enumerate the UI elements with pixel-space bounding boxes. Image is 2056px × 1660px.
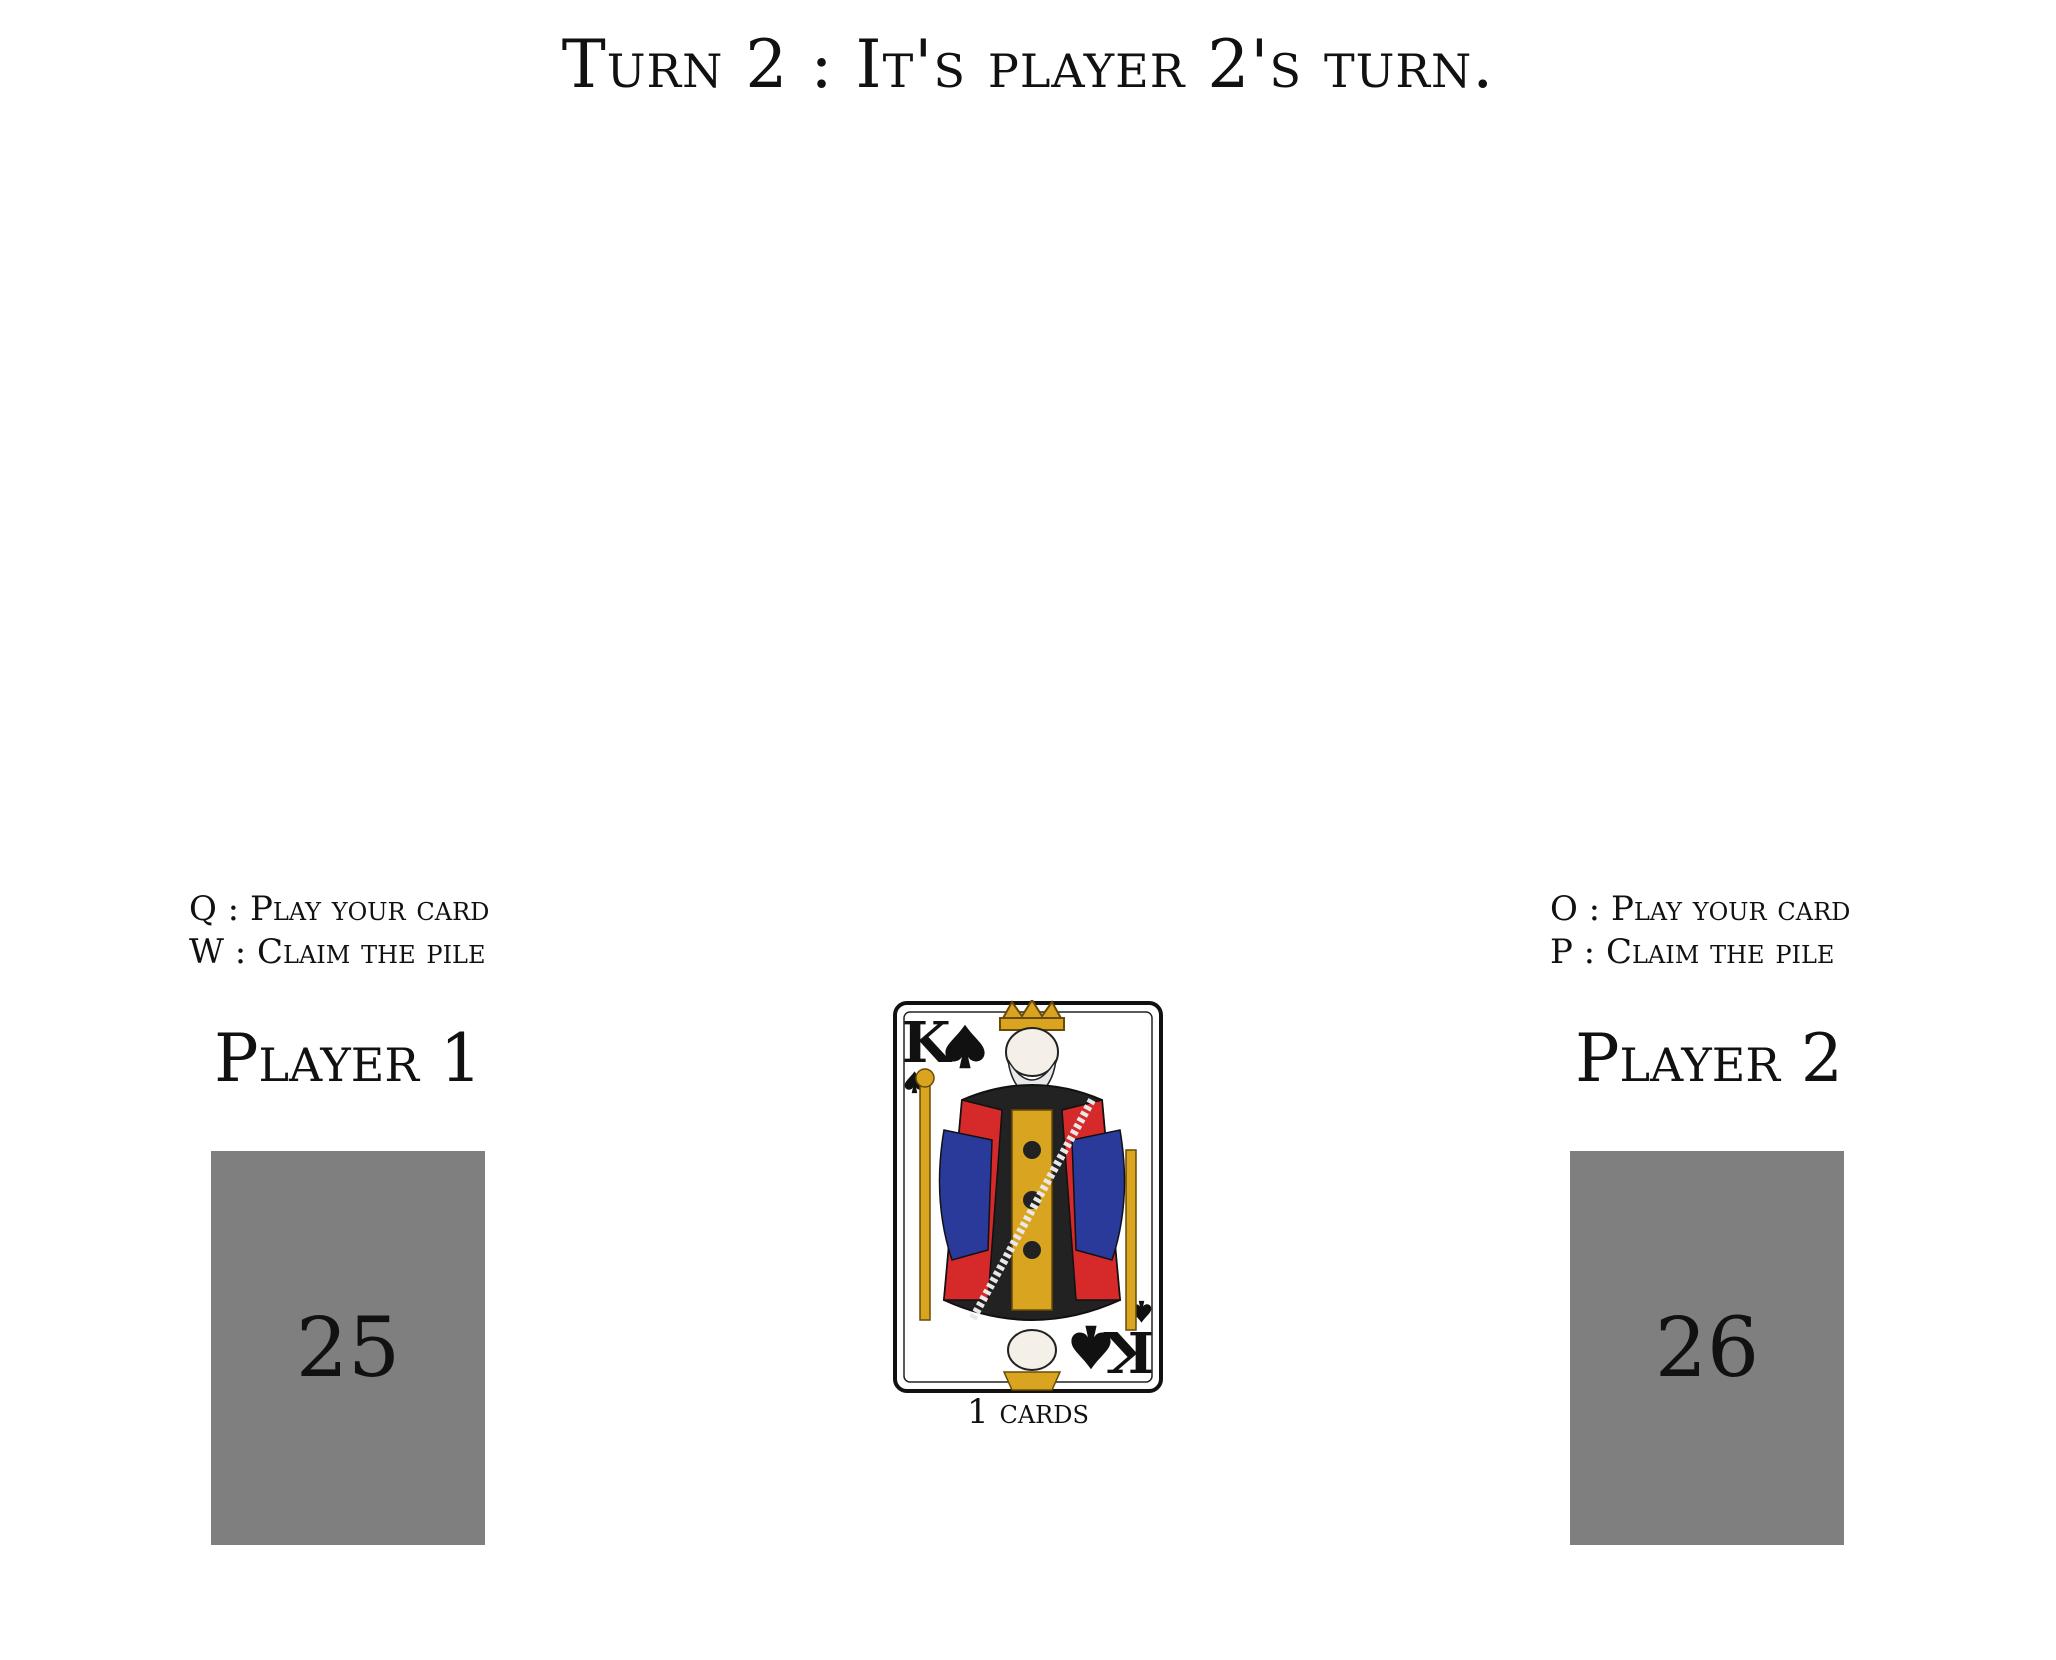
player-1-deck[interactable]: 25 — [211, 1151, 485, 1545]
player-2-name: Player 2 — [1575, 1020, 1843, 1097]
center-pile[interactable]: K K — [892, 1000, 1164, 1394]
king-of-spades-card: K K — [893, 1000, 1163, 1393]
player-2-deck-count: 26 — [1654, 1300, 1760, 1396]
player-1-name: Player 1 — [214, 1020, 482, 1097]
card-rank-top: K — [902, 1010, 953, 1076]
player-2-claim-key-hint: P : Claim the pile — [1550, 932, 1835, 972]
player-1-play-key-hint: Q : Play your card — [189, 889, 490, 929]
player-1-claim-key-hint: W : Claim the pile — [189, 932, 486, 972]
turn-status: Turn 2 : It's player 2's turn. — [561, 26, 1495, 103]
player-2-deck[interactable]: 26 — [1570, 1151, 1844, 1545]
pile-card-count: 1 cards — [967, 1392, 1089, 1432]
player-2-play-key-hint: O : Play your card — [1550, 889, 1851, 929]
player-1-deck-count: 25 — [295, 1300, 401, 1396]
player-1-controls: Q : Play your card W : Claim the pile — [189, 888, 489, 974]
player-2-controls: O : Play your card P : Claim the pile — [1550, 888, 1850, 974]
